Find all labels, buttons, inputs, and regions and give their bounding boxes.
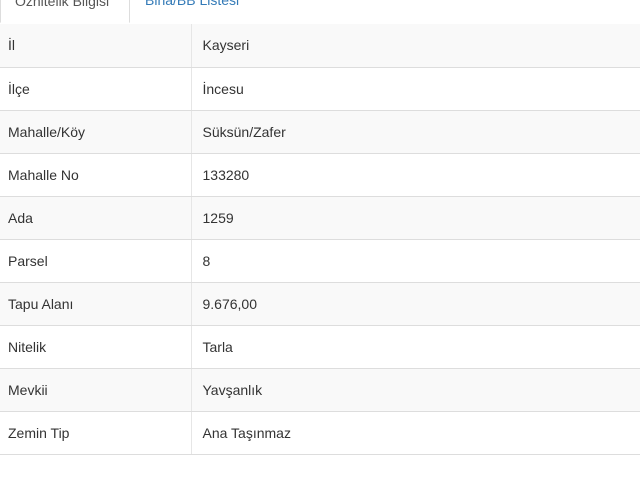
table-row: İl Kayseri xyxy=(0,24,640,68)
tab-bar: Öznitelik Bilgisi Bina/BB Listesi xyxy=(0,0,640,25)
table-row: Zemin Tip Ana Taşınmaz xyxy=(0,411,640,455)
row-key-ilce: İlçe xyxy=(0,67,192,111)
tab-bina-bb-listesi[interactable]: Bina/BB Listesi xyxy=(131,0,253,23)
row-value-zemin-tip: Ana Taşınmaz xyxy=(191,411,640,455)
tab-oznitelik-bilgisi[interactable]: Öznitelik Bilgisi xyxy=(0,0,130,23)
row-value-parsel: 8 xyxy=(191,239,640,283)
row-key-mevkii: Mevkii xyxy=(0,368,192,412)
row-value-mahalle-koy: Süksün/Zafer xyxy=(191,110,640,154)
row-value-il: Kayseri xyxy=(191,24,640,68)
table-row: Parsel 8 xyxy=(0,239,640,283)
table-row: Mahalle/Köy Süksün/Zafer xyxy=(0,110,640,154)
table-row: Mevkii Yavşanlık xyxy=(0,368,640,412)
row-key-zemin-tip: Zemin Tip xyxy=(0,411,192,455)
row-value-mahalle-no: 133280 xyxy=(191,153,640,197)
row-value-ilce: İncesu xyxy=(191,67,640,111)
row-key-mahalle-no: Mahalle No xyxy=(0,153,192,197)
table-row: Nitelik Tarla xyxy=(0,325,640,369)
row-value-tapu-alani: 9.676,00 xyxy=(191,282,640,326)
table-row: Tapu Alanı 9.676,00 xyxy=(0,282,640,326)
row-value-mevkii: Yavşanlık xyxy=(191,368,640,412)
row-value-nitelik: Tarla xyxy=(191,325,640,369)
row-key-parsel: Parsel xyxy=(0,239,192,283)
table-row: Ada 1259 xyxy=(0,196,640,240)
table-row: İlçe İncesu xyxy=(0,67,640,111)
row-key-nitelik: Nitelik xyxy=(0,325,192,369)
row-key-mahalle-koy: Mahalle/Köy xyxy=(0,110,192,154)
row-value-ada: 1259 xyxy=(191,196,640,240)
row-key-il: İl xyxy=(0,24,192,68)
row-key-tapu-alani: Tapu Alanı xyxy=(0,282,192,326)
table-row: Mahalle No 133280 xyxy=(0,153,640,197)
row-key-ada: Ada xyxy=(0,196,192,240)
attribute-table: İl Kayseri İlçe İncesu Mahalle/Köy Süksü… xyxy=(0,24,640,455)
